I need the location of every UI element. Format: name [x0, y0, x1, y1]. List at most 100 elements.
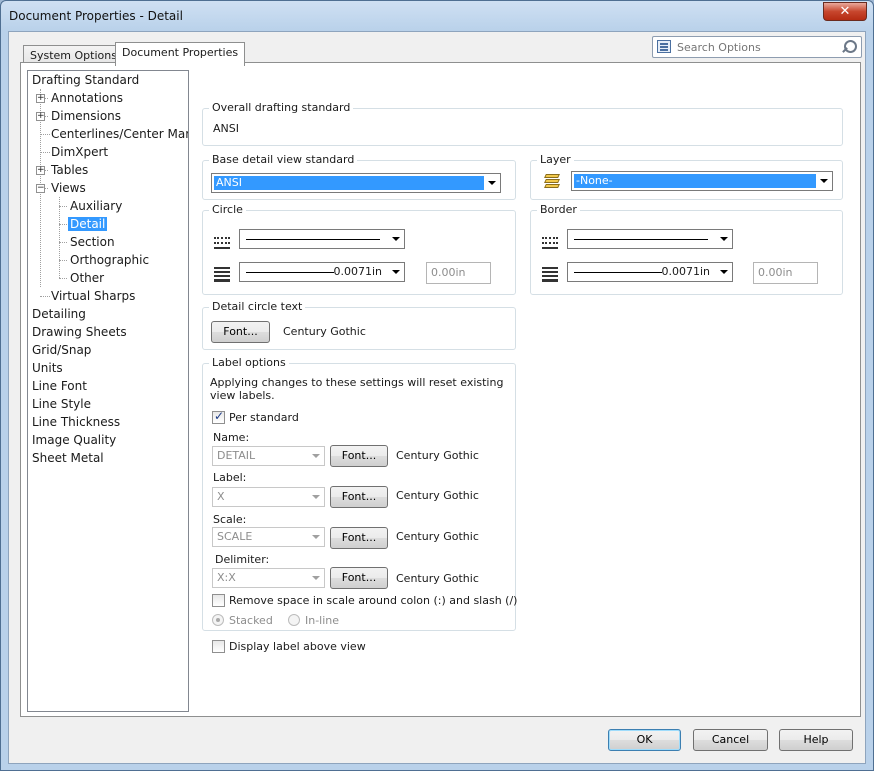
- name-label: Name:: [213, 431, 250, 444]
- border-line-style-select[interactable]: [567, 229, 733, 249]
- name-value: DETAIL: [217, 449, 256, 462]
- tree-item-units[interactable]: Units: [32, 359, 63, 377]
- remove-space-checkbox[interactable]: [212, 594, 225, 607]
- search-input[interactable]: [675, 39, 835, 55]
- per-standard-checkbox[interactable]: [212, 409, 225, 424]
- tree-item-label: Tables: [51, 163, 89, 177]
- tree-item-label: Detailing: [32, 307, 86, 321]
- delimiter-value: X:X: [217, 571, 236, 584]
- display-label-above-checkbox[interactable]: [212, 640, 225, 653]
- label-select[interactable]: X: [212, 487, 325, 507]
- detail-circle-text-label: Detail circle text: [209, 300, 306, 313]
- tree-item-label: Units: [32, 361, 63, 375]
- close-button[interactable]: ✕: [823, 2, 867, 21]
- label-font-button[interactable]: Font...: [330, 486, 388, 508]
- delimiter-font-name: Century Gothic: [396, 572, 479, 585]
- chevron-down-icon: [312, 535, 320, 539]
- tree-item-orthographic[interactable]: Orthographic: [70, 251, 149, 269]
- cancel-button[interactable]: Cancel: [693, 729, 768, 751]
- tree-item-views[interactable]: Views: [51, 179, 86, 197]
- tab-document-properties[interactable]: Document Properties: [115, 42, 246, 66]
- detail-circle-font-name: Century Gothic: [283, 325, 366, 338]
- tree-item-image-quality[interactable]: Image Quality: [32, 431, 116, 449]
- tree-item-drafting-standard[interactable]: Drafting Standard: [32, 71, 139, 89]
- chevron-down-icon: [392, 270, 400, 274]
- chevron-down-icon: [488, 181, 496, 185]
- search-icon[interactable]: [839, 39, 857, 56]
- expand-icon[interactable]: +: [36, 94, 45, 103]
- expand-icon[interactable]: +: [36, 166, 45, 175]
- overall-standard-value: ANSI: [213, 122, 239, 135]
- scale-value: SCALE: [217, 530, 253, 543]
- tree-item-grid-snap[interactable]: Grid/Snap: [32, 341, 91, 359]
- tree-item-line-thickness[interactable]: Line Thickness: [32, 413, 120, 431]
- inline-radio[interactable]: [288, 614, 300, 626]
- tree-item-other[interactable]: Other: [70, 269, 104, 287]
- dialog-window: Document Properties - Detail ✕ System Op…: [0, 0, 874, 771]
- ok-button[interactable]: OK: [608, 729, 681, 751]
- tree-item-sheet-metal[interactable]: Sheet Metal: [32, 449, 104, 467]
- title-bar[interactable]: Document Properties - Detail ✕: [1, 1, 873, 31]
- tree-item-annotations[interactable]: Annotations: [51, 89, 123, 107]
- collapse-icon[interactable]: −: [36, 184, 45, 193]
- base-detail-label: Base detail view standard: [209, 153, 358, 166]
- line-style-icon: [213, 234, 231, 250]
- border-thickness-value: 0.0071in: [661, 265, 710, 278]
- expand-icon[interactable]: +: [36, 112, 45, 121]
- remove-space-label: Remove space in scale around colon (:) a…: [229, 594, 518, 607]
- detail-circle-font-button[interactable]: Font...: [211, 321, 270, 343]
- base-detail-group: Base detail view standard ANSI: [202, 153, 516, 200]
- overall-standard-group: Overall drafting standard ANSI: [202, 101, 843, 146]
- tree-item-dimxpert[interactable]: DimXpert: [51, 143, 108, 161]
- name-font-button[interactable]: Font...: [330, 445, 388, 467]
- scale-font-button[interactable]: Font...: [330, 527, 388, 549]
- delimiter-font-button[interactable]: Font...: [330, 567, 388, 589]
- options-list-icon: [657, 40, 671, 53]
- tree-item-label: Virtual Sharps: [51, 289, 136, 303]
- tree-item-label: Image Quality: [32, 433, 117, 447]
- tree-item-label: Detail: [68, 217, 108, 231]
- delimiter-select[interactable]: X:X: [212, 568, 325, 588]
- tree-item-line-font[interactable]: Line Font: [32, 377, 87, 395]
- tree-item-dimensions[interactable]: Dimensions: [51, 107, 121, 125]
- tree-item-centerlines[interactable]: Centerlines/Center Marks: [51, 125, 189, 143]
- tree-item-detailing[interactable]: Detailing: [32, 305, 86, 323]
- layer-select[interactable]: -None-: [571, 171, 833, 191]
- tree-item-label: Auxiliary: [70, 199, 123, 213]
- stacked-radio[interactable]: [212, 614, 224, 626]
- name-select[interactable]: DETAIL: [212, 446, 325, 466]
- tree-item-drawing-sheets[interactable]: Drawing Sheets: [32, 323, 127, 341]
- tree-item-label: Dimensions: [51, 109, 122, 123]
- chevron-down-icon: [720, 270, 728, 274]
- border-custom-thickness-field[interactable]: 0.00in: [753, 262, 818, 284]
- scale-select[interactable]: SCALE: [212, 527, 325, 547]
- label-options-label: Label options: [209, 356, 289, 369]
- name-font-name: Century Gothic: [396, 449, 479, 462]
- tree-item-section[interactable]: Section: [70, 233, 115, 251]
- tree-item-detail[interactable]: Detail: [68, 215, 108, 233]
- chevron-down-icon: [720, 237, 728, 241]
- search-box[interactable]: [652, 36, 862, 58]
- circle-line-thickness-select[interactable]: 0.0071in: [239, 262, 405, 282]
- label-options-note-line1: Applying changes to these settings will …: [210, 376, 504, 389]
- border-group: Border 0.0071in 0.00in: [530, 203, 843, 295]
- circle-label: Circle: [209, 203, 246, 216]
- chevron-down-icon: [312, 495, 320, 499]
- tree-item-virtual-sharps[interactable]: Virtual Sharps: [51, 287, 135, 305]
- tree-item-label: Centerlines/Center Marks: [51, 127, 189, 141]
- border-label: Border: [537, 203, 580, 216]
- circle-line-style-select[interactable]: [239, 229, 405, 249]
- detail-circle-text-group: Detail circle text Font... Century Gothi…: [202, 300, 516, 350]
- line-style-preview: [246, 239, 380, 240]
- tree-item-tables[interactable]: Tables: [51, 161, 88, 179]
- per-standard-label: Per standard: [229, 411, 299, 424]
- label-options-group: Label options Applying changes to these …: [202, 356, 518, 631]
- options-tree[interactable]: Drafting Standard + Annotations + Dimens…: [27, 70, 189, 712]
- tree-item-auxiliary[interactable]: Auxiliary: [70, 197, 122, 215]
- circle-custom-thickness-field[interactable]: 0.00in: [426, 262, 491, 284]
- base-detail-standard-select[interactable]: ANSI: [211, 173, 501, 193]
- border-line-thickness-select[interactable]: 0.0071in: [567, 262, 733, 282]
- tree-item-line-style[interactable]: Line Style: [32, 395, 91, 413]
- circle-group: Circle 0.0071in 0.00in: [202, 203, 516, 295]
- help-button[interactable]: Help: [779, 729, 853, 751]
